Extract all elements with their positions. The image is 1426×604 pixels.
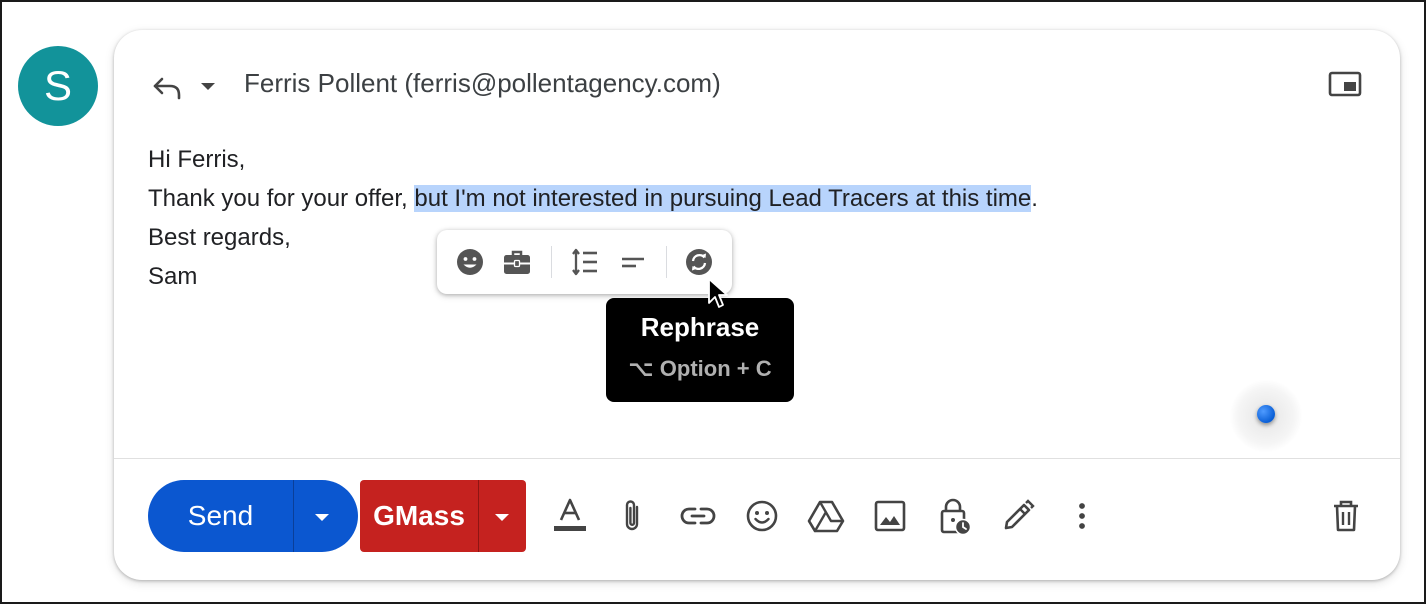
drive-icon[interactable] [806,496,846,536]
shorten-icon[interactable] [616,245,650,279]
signature-icon[interactable] [998,496,1038,536]
text-format-icon[interactable] [550,496,590,536]
compose-header: Ferris Pollent (ferris@pollentagency.com… [114,30,1400,130]
emoji-icon[interactable] [453,245,487,279]
gmass-label: GMass [373,500,465,531]
selected-text: but I'm not interested in pursuing Lead … [414,185,1032,212]
body-text-before: Thank you for your offer, [148,185,415,212]
mouse-cursor-icon [707,277,729,311]
gmass-options-chevron-icon[interactable] [491,506,513,528]
reply-icon[interactable] [150,70,184,104]
toolbar-separator [551,246,552,278]
more-options-icon[interactable] [1062,496,1102,536]
floating-indicator[interactable] [1230,380,1302,452]
tooltip-title: Rephrase [640,312,760,342]
body-line-greeting: Hi Ferris, [148,146,246,173]
delete-icon[interactable] [1326,496,1366,536]
toolbar-divider [114,458,1400,459]
avatar[interactable]: S [18,46,98,126]
gmass-button[interactable]: GMass [360,480,526,552]
rephrase-icon[interactable] [682,245,716,279]
avatar-initial: S [43,62,72,109]
line-spacing-icon[interactable] [567,245,601,279]
tooltip-shortcut: ⌥ Option + C [628,356,772,381]
popout-icon[interactable] [1328,70,1362,98]
blue-dot-icon [1257,405,1275,423]
rephrase-tooltip: Rephrase ⌥ Option + C [606,298,794,402]
send-button[interactable]: Send [148,480,358,552]
body-line-main: Thank you for your offer, but I'm not in… [148,179,1038,218]
confidential-mode-icon[interactable] [934,496,974,536]
emoji-icon[interactable] [742,496,782,536]
image-icon[interactable] [870,496,910,536]
gmass-split-divider [478,480,479,552]
send-label: Send [187,500,254,531]
chevron-down-icon[interactable] [198,76,218,96]
attach-icon[interactable] [612,496,652,536]
selection-toolbar [437,230,732,294]
body-text-after: . [1031,185,1038,212]
toolbar-separator [666,246,667,278]
send-split-divider [293,480,294,552]
send-options-chevron-icon[interactable] [311,506,333,528]
briefcase-icon[interactable] [500,245,534,279]
link-icon[interactable] [678,496,718,536]
recipient-field[interactable]: Ferris Pollent (ferris@pollentagency.com… [244,68,721,99]
